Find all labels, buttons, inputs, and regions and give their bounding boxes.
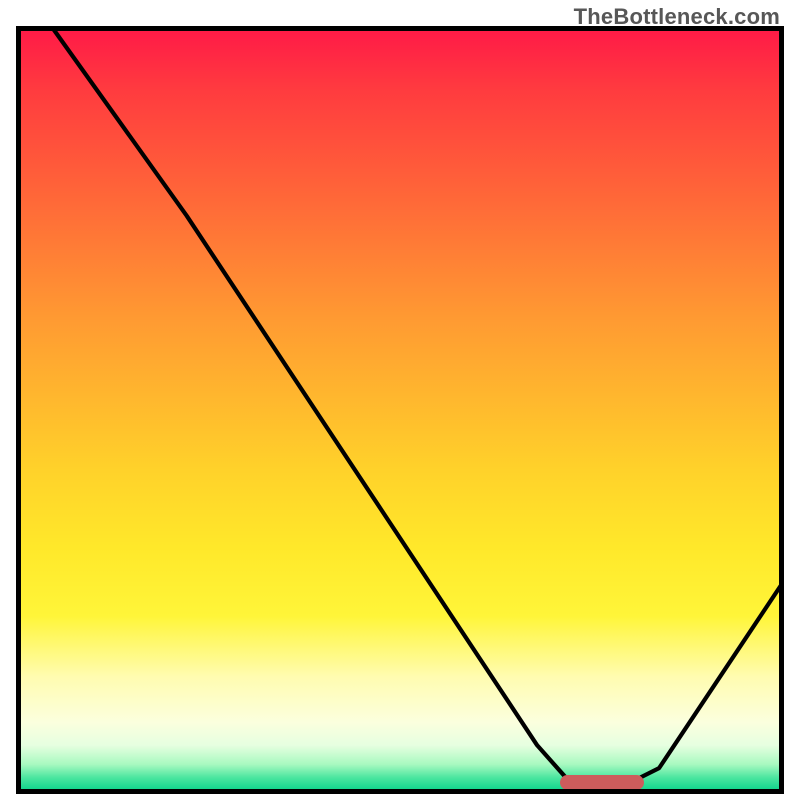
watermark-text: TheBottleneck.com: [574, 4, 780, 30]
plot-gradient-background: [19, 29, 781, 791]
chart-container: TheBottleneck.com: [0, 0, 800, 800]
optimal-range-marker: [560, 775, 644, 790]
